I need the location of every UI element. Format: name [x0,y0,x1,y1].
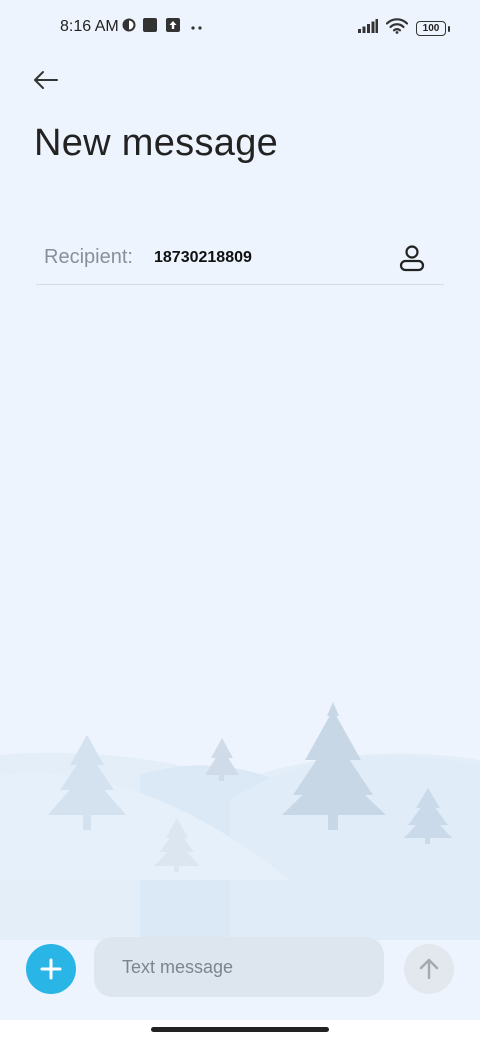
arrow-up-icon [419,958,439,980]
recipient-number[interactable]: 18730218809 [154,249,252,267]
recipient-label: Recipient: [44,246,133,268]
attach-button[interactable] [26,944,76,994]
person-icon [399,245,425,272]
wifi-icon [385,18,409,39]
message-input[interactable] [94,937,384,997]
signal-icon [358,19,378,38]
winter-background-illustration [0,680,480,940]
status-time: 8:16 AM [60,18,119,35]
more-dots-icon [190,20,204,38]
square-icon [143,18,157,37]
vpn-icon [122,18,136,37]
plus-icon [40,958,62,980]
page-title: New message [34,122,279,164]
battery-level: 100 [416,21,446,36]
status-bar: 8:16 AM 100 [0,0,480,56]
home-indicator[interactable] [151,1027,329,1032]
add-contact-button[interactable] [396,242,428,274]
battery-icon: 100 [416,21,450,36]
send-button[interactable] [404,944,454,994]
back-button[interactable] [30,64,64,98]
recipient-field[interactable]: Recipient: 18730218809 [36,234,444,285]
back-arrow-icon [34,71,58,89]
upload-icon [166,18,180,37]
message-composer [0,930,480,1010]
